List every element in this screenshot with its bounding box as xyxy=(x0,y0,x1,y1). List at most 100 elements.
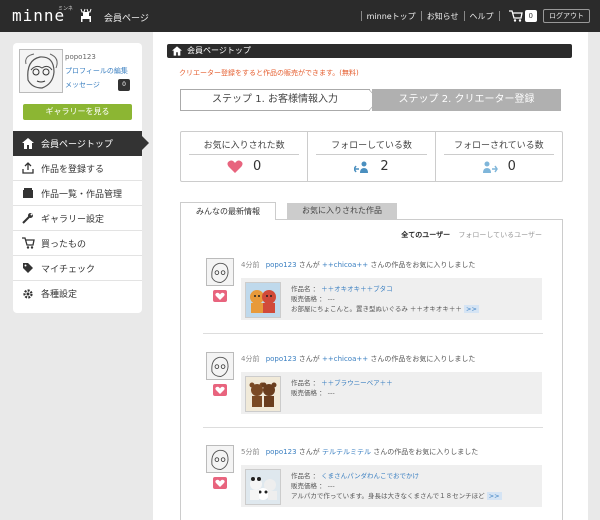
work-card: 作品名 ： ＋＋ブラウニーベア＋＋ 販売価格 ： --- xyxy=(241,372,542,414)
deer-logo-icon xyxy=(80,8,92,22)
work-name-link[interactable]: ＋＋オキオキ＋＋ブタコ xyxy=(321,285,393,293)
stat-favorited: お気に入りされた数 0 xyxy=(181,132,307,181)
entry-time: 4分前 xyxy=(241,355,260,363)
work-info: 作品名 ： ＋＋ブラウニーベア＋＋ 販売価格 ： --- xyxy=(291,378,393,398)
work-info: 作品名 ： ＋＋オキオキ＋＋ブタコ 販売価格 ： --- お部屋にちょこんと。置… xyxy=(291,284,479,314)
stat-value-row: 0 xyxy=(181,159,307,174)
avatar-sketch-icon xyxy=(20,50,62,92)
feed-entry-text: 5分前 popo123 さんが テルテルミテル さんの作品をお気に入りしました xyxy=(241,447,478,457)
entry-suffix: さんの作品をお気に入りしました xyxy=(373,448,479,456)
entry-time: 4分前 xyxy=(241,261,260,269)
entry-verb: さんが xyxy=(298,261,320,269)
avatar[interactable] xyxy=(206,445,234,473)
page-title-bar: 会員ページトップ xyxy=(167,44,572,58)
filter-all-users[interactable]: 全てのユーザー xyxy=(401,231,450,239)
entry-user-link[interactable]: popo123 xyxy=(266,355,297,363)
stats-panel: お気に入りされた数 0 フォローしている数 2 フォローされている数 0 xyxy=(180,131,563,182)
home-icon xyxy=(172,46,182,56)
plush-panda-image xyxy=(246,470,280,504)
work-name-link[interactable]: ＋＋ブラウニーベア＋＋ xyxy=(321,379,393,387)
gear-icon xyxy=(21,287,35,301)
entry-suffix: さんの作品をお気に入りしました xyxy=(370,355,476,363)
sidebar-item-settings[interactable]: 各種設定 xyxy=(13,281,142,306)
home-icon xyxy=(21,137,35,151)
logout-button[interactable]: ログアウト xyxy=(543,9,590,23)
work-price-label: 販売価格 ： xyxy=(291,295,326,303)
main-content: 会員ページトップ クリエーター登録をすると作品の販売ができます。(無料) ステッ… xyxy=(153,32,588,520)
avatar-sketch-icon xyxy=(207,446,233,472)
nav-help[interactable]: ヘルプ xyxy=(470,11,494,22)
sidebar-item-work-list[interactable]: 作品一覧・作品管理 xyxy=(13,181,142,206)
wrench-icon xyxy=(21,211,35,225)
sidebar-item-label: ギャラリー設定 xyxy=(41,214,105,225)
sidebar-item-label: 作品を登録する xyxy=(41,164,105,175)
favorite-heart-icon xyxy=(213,477,227,489)
stat-value: 0 xyxy=(253,159,262,174)
profile-edit-link[interactable]: プロフィールの編集 xyxy=(65,66,128,76)
favorite-heart-icon xyxy=(213,290,227,302)
sidebar-item-gallery-settings[interactable]: ギャラリー設定 xyxy=(13,206,142,231)
step-2-creator-registration[interactable]: ステップ 2. クリエーター登録 xyxy=(372,89,561,111)
avatar[interactable] xyxy=(206,352,234,380)
work-thumbnail[interactable] xyxy=(245,376,281,412)
nav-news[interactable]: お知らせ xyxy=(427,11,459,22)
work-thumbnail[interactable] xyxy=(245,469,281,505)
nav-divider xyxy=(420,11,422,21)
stat-following[interactable]: フォローしている数 2 xyxy=(307,132,434,181)
nav-divider xyxy=(360,11,362,21)
cart-icon xyxy=(508,10,523,22)
avatar[interactable] xyxy=(206,258,234,286)
entry-divider xyxy=(203,427,543,428)
stat-label: お気に入りされた数 xyxy=(189,138,300,155)
work-price: --- xyxy=(327,389,335,397)
work-info: 作品名 ： くまさんパンダわんこでおでかけ 販売価格 ： --- アルパカで作っ… xyxy=(291,471,502,501)
user-filter: 全てのユーザー フォローしているユーザー xyxy=(401,230,542,240)
feed-entry-text: 4分前 popo123 さんが ++chicoa++ さんの作品をお気に入りしま… xyxy=(241,354,475,364)
filter-following-users[interactable]: フォローしているユーザー xyxy=(458,231,542,239)
sidebar-item-label: マイチェック xyxy=(41,264,96,275)
sidebar-item-register-work[interactable]: 作品を登録する xyxy=(13,156,142,181)
nav-divider xyxy=(463,11,465,21)
sidebar-menu: 会員ページトップ 作品を登録する 作品一覧・作品管理 ギャラリー設定 買ったもの xyxy=(13,131,149,306)
sidebar-item-member-top[interactable]: 会員ページトップ xyxy=(13,131,149,156)
tab-favorited-works[interactable]: お気に入りされた作品 xyxy=(287,203,397,219)
sidebar-item-label: 作品一覧・作品管理 xyxy=(41,189,123,200)
entry-target-link[interactable]: ++chicoa++ xyxy=(322,355,368,363)
messages-link[interactable]: メッセージ xyxy=(65,80,100,90)
more-link[interactable]: >> xyxy=(486,492,502,500)
tab-latest-news[interactable]: みんなの最新情報 xyxy=(180,202,276,220)
nav-divider xyxy=(498,11,500,21)
entry-target-link[interactable]: テルテルミテル xyxy=(322,448,371,456)
entry-user-link[interactable]: popo123 xyxy=(266,448,297,456)
work-card: 作品名 ： ＋＋オキオキ＋＋ブタコ 販売価格 ： --- お部屋にちょこんと。置… xyxy=(241,278,542,320)
work-card: 作品名 ： くまさんパンダわんこでおでかけ 販売価格 ： --- アルパカで作っ… xyxy=(241,465,542,507)
stat-value-row: 2 xyxy=(308,159,434,174)
work-name-label: 作品名 ： xyxy=(291,285,320,293)
feed-entry-text: 4分前 popo123 さんが ++chicoa++ さんの作品をお気に入りしま… xyxy=(241,260,475,270)
more-link[interactable]: >> xyxy=(464,305,479,313)
sidebar-item-label: 各種設定 xyxy=(41,290,78,300)
stat-label: フォローされている数 xyxy=(443,138,554,155)
stat-followers[interactable]: フォローされている数 0 xyxy=(434,132,562,181)
heart-icon xyxy=(227,160,243,173)
work-thumbnail[interactable] xyxy=(245,282,281,318)
cart-button[interactable]: 0 xyxy=(508,10,537,22)
work-price-label: 販売価格 ： xyxy=(291,482,326,490)
sidebar-item-my-check[interactable]: マイチェック xyxy=(13,256,142,281)
stat-label: フォローしている数 xyxy=(316,138,427,155)
avatar-sketch-icon xyxy=(207,259,233,285)
work-name-link[interactable]: くまさんパンダわんこでおでかけ xyxy=(321,472,419,480)
sidebar-item-purchases[interactable]: 買ったもの xyxy=(13,231,142,256)
entry-user-link[interactable]: popo123 xyxy=(266,261,297,269)
avatar-sketch-icon xyxy=(207,353,233,379)
following-icon xyxy=(354,161,369,173)
work-description: アルパカで作っています。身長は大きなくまさんで１８センチほど xyxy=(291,492,485,500)
stat-value: 0 xyxy=(507,159,516,174)
top-nav: minneトップ お知らせ ヘルプ 0 ログアウト xyxy=(356,8,590,24)
step-1-customer-info[interactable]: ステップ 1. お客様情報入力 xyxy=(180,89,370,111)
nav-minne-top[interactable]: minneトップ xyxy=(367,11,416,22)
page-title: 会員ページトップ xyxy=(187,46,251,55)
entry-target-link[interactable]: ++chicoa++ xyxy=(322,261,368,269)
view-gallery-button[interactable]: ギャラリーを見る xyxy=(23,104,132,120)
avatar[interactable] xyxy=(19,49,63,93)
